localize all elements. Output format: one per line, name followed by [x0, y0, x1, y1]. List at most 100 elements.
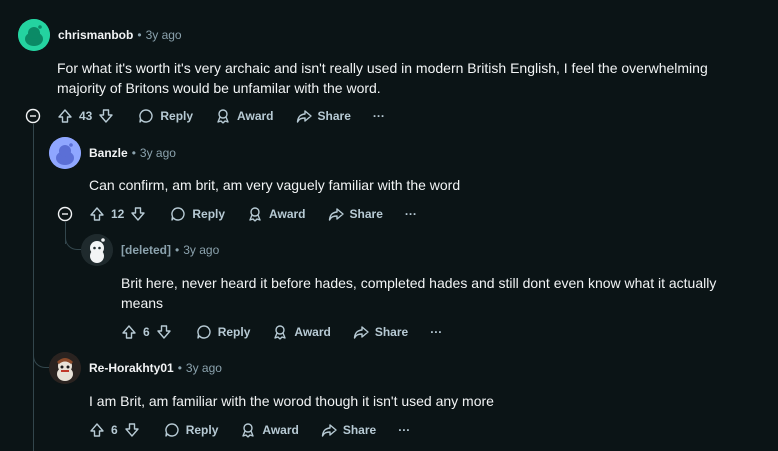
speech-bubble-icon — [170, 206, 186, 222]
share-arrow-icon — [328, 206, 344, 222]
downvote-arrow-icon[interactable] — [124, 422, 140, 438]
share-label: Share — [342, 423, 377, 437]
separator: • — [137, 28, 142, 42]
comment-body-line: means — [121, 295, 164, 311]
more-options-button[interactable]: ··· — [398, 423, 410, 437]
upvote-arrow-icon[interactable] — [89, 206, 105, 222]
award-label: Award — [294, 325, 331, 339]
thread-elbow-deleted — [65, 222, 81, 250]
username[interactable]: chrismanbob — [58, 28, 133, 42]
avatar[interactable] — [49, 137, 81, 169]
award-ribbon-icon — [247, 206, 263, 222]
comment-body-line: I am Brit, am familiar with the worod th… — [89, 393, 494, 409]
username: [deleted] — [121, 243, 172, 257]
comment-header: Re-Horakhty01 • 3y ago — [49, 352, 222, 384]
more-options-button[interactable]: ··· — [430, 325, 442, 339]
snoo-avatar-icon — [49, 137, 81, 169]
downvote-arrow-icon[interactable] — [130, 206, 146, 222]
comment-body-line: Brit here, never heard it before hades, … — [121, 275, 717, 291]
speech-bubble-icon — [138, 108, 154, 124]
share-label: Share — [317, 109, 351, 123]
comment-body: Brit here, never heard it before hades, … — [121, 273, 716, 313]
timestamp[interactable]: 3y ago — [186, 361, 222, 375]
comment-actions: 6 Reply Award Share ··· — [121, 316, 464, 348]
collapse-minus-icon[interactable] — [57, 206, 73, 222]
more-options-icon: ··· — [372, 109, 385, 123]
more-options-button[interactable]: ··· — [373, 109, 385, 123]
reply-button[interactable]: Reply — [138, 108, 193, 124]
share-button[interactable]: Share — [321, 422, 376, 438]
award-ribbon-icon — [240, 422, 256, 438]
reply-button[interactable]: Reply — [164, 422, 219, 438]
more-options-button[interactable]: ··· — [405, 207, 417, 221]
award-label: Award — [237, 109, 274, 123]
downvote-arrow-icon[interactable] — [98, 108, 114, 124]
avatar[interactable] — [18, 19, 50, 51]
comment-actions: 6 Reply Award Share ··· — [89, 414, 432, 446]
comment-header: [deleted] • 3y ago — [81, 234, 219, 266]
award-button[interactable]: Award — [272, 324, 331, 340]
separator: • — [175, 243, 180, 257]
share-arrow-icon — [296, 108, 312, 124]
separator: • — [131, 146, 136, 160]
comment-body: I am Brit, am familiar with the worod th… — [89, 391, 494, 411]
share-arrow-icon — [321, 422, 337, 438]
vote-score: 43 — [79, 109, 93, 123]
award-button[interactable]: Award — [215, 108, 274, 124]
speech-bubble-icon — [164, 422, 180, 438]
award-button[interactable]: Award — [240, 422, 299, 438]
award-label: Award — [269, 207, 306, 221]
comment-body: Can confirm, am brit, am very vaguely fa… — [89, 175, 460, 195]
reply-label: Reply — [185, 423, 219, 437]
more-options-icon: ··· — [404, 207, 417, 221]
snoo-avatar-icon — [18, 19, 50, 51]
thread-elbow-horakhty — [33, 350, 49, 368]
more-options-icon: ··· — [430, 325, 443, 339]
vote-score: 12 — [111, 207, 125, 221]
comment-body-line: For what it's worth it's very archaic an… — [57, 60, 708, 76]
downvote-arrow-icon[interactable] — [156, 324, 172, 340]
timestamp[interactable]: 3y ago — [183, 243, 219, 257]
avatar — [81, 234, 113, 266]
comment-header: chrismanbob • 3y ago — [18, 19, 182, 51]
reply-button[interactable]: Reply — [170, 206, 225, 222]
avatar[interactable] — [49, 352, 81, 384]
comment-header: Banzle • 3y ago — [49, 137, 176, 169]
username[interactable]: Banzle — [89, 146, 128, 160]
reply-button[interactable]: Reply — [196, 324, 251, 340]
share-label: Share — [349, 207, 383, 221]
upvote-arrow-icon[interactable] — [89, 422, 105, 438]
comment-body-line: majority of Britons would be unfamilar w… — [57, 80, 381, 96]
snoo-costume-avatar-icon — [49, 352, 81, 384]
username[interactable]: Re-Horakhty01 — [89, 361, 174, 375]
more-options-icon: ··· — [398, 423, 411, 437]
award-ribbon-icon — [272, 324, 288, 340]
vote-group: 6 — [121, 324, 172, 340]
comment-actions: 12 Reply Award Share ··· — [89, 198, 439, 230]
vote-score: 6 — [143, 325, 150, 339]
timestamp[interactable]: 3y ago — [146, 28, 182, 42]
vote-group: 43 — [57, 108, 114, 124]
share-button[interactable]: Share — [328, 206, 383, 222]
vote-score: 6 — [111, 423, 118, 437]
share-arrow-icon — [353, 324, 369, 340]
award-ribbon-icon — [215, 108, 231, 124]
speech-bubble-icon — [196, 324, 212, 340]
vote-group: 12 — [89, 206, 146, 222]
share-button[interactable]: Share — [296, 108, 351, 124]
reply-label: Reply — [160, 109, 194, 123]
thread-line-root — [33, 124, 34, 451]
award-button[interactable]: Award — [247, 206, 306, 222]
comment-body: For what it's worth it's very archaic an… — [57, 58, 708, 98]
reply-label: Reply — [217, 325, 251, 339]
comment-body-line: Can confirm, am brit, am very vaguely fa… — [89, 177, 461, 193]
vote-group: 6 — [89, 422, 140, 438]
share-button[interactable]: Share — [353, 324, 408, 340]
collapse-minus-icon[interactable] — [25, 108, 41, 124]
comment-actions: 43 Reply Award Share ··· — [57, 100, 407, 132]
timestamp[interactable]: 3y ago — [140, 146, 176, 160]
snoo-deleted-avatar-icon — [81, 234, 113, 266]
upvote-arrow-icon[interactable] — [121, 324, 137, 340]
reply-label: Reply — [192, 207, 226, 221]
upvote-arrow-icon[interactable] — [57, 108, 73, 124]
